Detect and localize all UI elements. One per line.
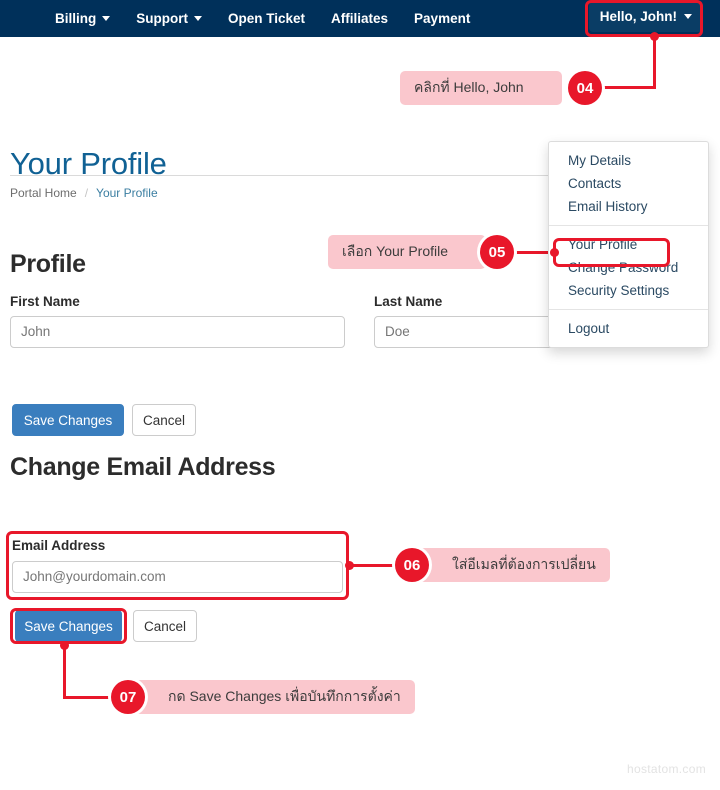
callout-04-text: คลิกที่ Hello, John (414, 79, 524, 95)
nav-item-support[interactable]: Support (136, 11, 202, 26)
connector-06-horizontal (348, 564, 396, 567)
connector-07-vertical (63, 646, 66, 698)
user-menu-button[interactable]: Hello, John! (588, 2, 703, 32)
callout-05: เลือก Your Profile (328, 235, 486, 269)
user-menu-label: Hello, John! (599, 9, 677, 24)
nav-item-label: Support (136, 11, 188, 26)
connector-04-vertical (653, 36, 656, 88)
callout-07-text: กด Save Changes เพื่อบันทึกการตั้งค่า (168, 688, 401, 704)
dropdown-item-contacts[interactable]: Contacts (549, 172, 708, 195)
breadcrumb: Portal Home / Your Profile (10, 186, 158, 200)
top-navbar: Billing Support Open Ticket Affiliates P… (0, 0, 720, 37)
email-save-changes-button[interactable]: Save Changes (15, 610, 122, 642)
nav-item-label: Payment (414, 11, 471, 26)
profile-section-heading: Profile (10, 250, 86, 278)
email-cancel-button[interactable]: Cancel (133, 610, 197, 642)
dropdown-divider (549, 309, 708, 310)
dropdown-item-change-password[interactable]: Change Password (549, 256, 708, 279)
nav-item-open-ticket[interactable]: Open Ticket (228, 11, 305, 26)
nav-item-payment[interactable]: Payment (414, 11, 470, 26)
nav-item-label: Billing (55, 11, 97, 26)
email-section-heading: Change Email Address (10, 453, 276, 481)
dropdown-item-email-history[interactable]: Email History (549, 195, 708, 218)
chevron-down-icon (102, 16, 111, 21)
callout-06-text: ใส่อีเมลที่ต้องการเปลี่ยน (452, 556, 596, 572)
breadcrumb-home[interactable]: Portal Home (10, 186, 77, 200)
dropdown-item-security-settings[interactable]: Security Settings (549, 279, 708, 302)
page-title: Your Profile (10, 145, 167, 181)
dropdown-item-my-details[interactable]: My Details (549, 149, 708, 172)
nav-item-billing[interactable]: Billing (55, 11, 111, 26)
callout-05-text: เลือก Your Profile (342, 243, 448, 259)
first-name-label: First Name (10, 294, 80, 309)
breadcrumb-separator: / (84, 186, 89, 200)
connector-04-horizontal (604, 86, 656, 89)
dropdown-divider (549, 225, 708, 226)
profile-save-changes-button[interactable]: Save Changes (12, 404, 124, 436)
callout-07: กด Save Changes เพื่อบันทึกการตั้งค่า (122, 680, 415, 714)
connector-07-endpoint (60, 641, 69, 650)
callout-05-badge: 05 (480, 235, 514, 269)
callout-06-badge: 06 (395, 548, 429, 582)
chevron-down-icon (684, 14, 692, 19)
nav-item-label: Affiliates (331, 11, 389, 26)
callout-04-badge: 04 (568, 71, 602, 105)
dropdown-item-logout[interactable]: Logout (549, 317, 708, 340)
nav-item-affiliates[interactable]: Affiliates (331, 11, 388, 26)
email-address-input[interactable]: John@yourdomain.com (12, 561, 343, 593)
callout-04: คลิกที่ Hello, John (400, 71, 562, 105)
last-name-label: Last Name (374, 294, 443, 309)
callout-06: ใส่อีเมลที่ต้องการเปลี่ยน (406, 548, 610, 582)
user-dropdown-menu: My Details Contacts Email History Your P… (548, 141, 709, 348)
first-name-input[interactable]: John (10, 316, 345, 348)
nav-items: Billing Support Open Ticket Affiliates P… (55, 11, 470, 26)
profile-cancel-button[interactable]: Cancel (132, 404, 196, 436)
chevron-down-icon (194, 16, 202, 21)
email-address-label: Email Address (12, 538, 106, 553)
connector-06-endpoint (345, 561, 354, 570)
connector-04-endpoint (650, 32, 659, 41)
breadcrumb-current: Your Profile (96, 186, 158, 200)
dropdown-item-your-profile[interactable]: Your Profile (549, 233, 708, 256)
callout-07-badge: 07 (111, 680, 145, 714)
connector-05-endpoint (550, 248, 559, 257)
watermark: hostatom.com (627, 762, 706, 776)
nav-item-label: Open Ticket (228, 11, 306, 26)
